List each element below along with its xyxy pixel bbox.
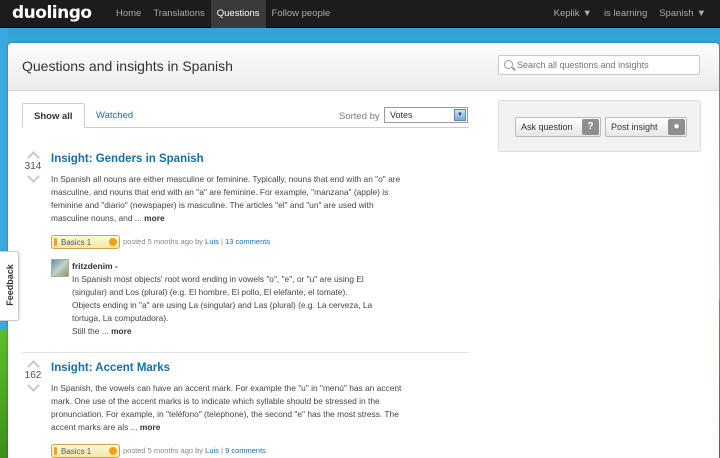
nav-home[interactable]: Home [110,0,147,28]
body-line: mark. One use of the accent marks is to … [51,396,380,406]
upvote-icon[interactable] [26,150,40,160]
answer-line: (singular) and Los (plural) (e.g. El hom… [72,287,348,297]
tab-watched[interactable]: Watched [85,103,144,128]
sort-label: Sorted by [339,111,380,122]
body-line: In Spanish all nouns are either masculin… [51,174,401,184]
sort-value: Votes [390,110,413,120]
skill-name: Basics 1 [61,446,92,456]
search-box[interactable] [498,55,700,75]
skill-icon [109,237,117,246]
downvote-icon[interactable] [26,382,40,392]
post-insight-label: Post insight [611,122,658,132]
skill-badge[interactable]: Basics 1 [51,443,120,458]
body-line: accent marks are als ... [51,422,138,432]
answer-line: Still the ... [72,326,109,336]
nav-translations[interactable]: Translations [147,0,210,28]
more-link[interactable]: more [140,422,160,432]
vote-widget: 162 [22,359,44,392]
upvote-icon[interactable] [26,359,40,369]
answer-line: tortuga, La computadora). [72,313,169,323]
posted-text: posted 5 months ago by [123,237,204,246]
meta-separator: | [221,237,223,246]
language-menu[interactable]: Spanish ▼ [659,0,706,28]
ask-question-button[interactable]: Ask question ? [515,117,601,137]
ask-question-label: Ask question [521,122,573,132]
more-link[interactable]: more [144,213,164,223]
divider [22,352,469,353]
body-line: In Spanish, the vowels can have an accen… [51,383,402,393]
action-box: Ask question ? Post insight ● [498,100,701,152]
avatar[interactable] [51,259,69,277]
answer-username[interactable]: fritzdenim - [72,261,118,271]
question-title[interactable]: Insight: Genders in Spanish [51,153,204,165]
comments-link[interactable]: 9 comments [225,446,266,455]
comments-link[interactable]: 13 comments [225,237,270,246]
chevron-down-icon[interactable]: ▼ [454,109,466,121]
page-title: Questions and insights in Spanish [22,58,233,74]
sort-select[interactable]: Votes ▼ [384,107,468,123]
downvote-icon[interactable] [26,173,40,183]
search-icon [504,60,513,69]
author-link[interactable]: Luis [205,446,219,455]
username: Keplik [553,8,580,19]
vote-widget: 314 [22,150,44,183]
body-line: pronunciation. For example, in "teléfono… [51,409,399,419]
question-meta: Basics 1 posted 5 months ago by Luis | 1… [51,234,270,249]
body-line: feminine and "diario" (newspaper) is mas… [51,200,374,210]
user-nav: Keplik ▼ is learning Spanish ▼ [554,0,706,28]
skill-badge[interactable]: Basics 1 [51,234,120,249]
body-line: masculine nouns, and ... [51,213,142,223]
author-link[interactable]: Luis [205,237,219,246]
nav-questions[interactable]: Questions [210,0,266,28]
skill-stripe [54,237,57,246]
feedback-tab[interactable]: Feedback [0,251,19,321]
answer-line: Objects ending in "a" are using La (sing… [72,300,373,310]
chevron-down-icon: ▼ [582,8,592,19]
duolingo-logo[interactable]: duolingo [12,3,92,23]
question-body: In Spanish, the vowels can have an accen… [51,382,446,434]
nav-follow-people[interactable]: Follow people [266,0,337,28]
learning-label: is learning [603,8,648,19]
question-body: In Spanish all nouns are either masculin… [51,173,446,225]
language-name: Spanish [659,8,694,19]
skill-icon [109,446,117,455]
body-line: masculine, and nouns that end with an "a… [51,187,389,197]
top-navbar: duolingo Home Translations Questions Fol… [0,0,720,28]
answer-line-last: Still the ... more [72,325,467,338]
search-input[interactable] [517,58,695,72]
question-meta: Basics 1 posted 5 months ago by Luis | 9… [51,443,266,458]
question-title[interactable]: Insight: Accent Marks [51,362,170,374]
user-menu[interactable]: Keplik ▼ [554,0,592,28]
feedback-label: Feedback [5,264,15,306]
main-nav: Home Translations Questions Follow peopl… [110,0,336,28]
meta-separator: | [221,446,223,455]
main-panel: Questions and insights in Spanish Show a… [8,43,719,458]
panel-header: Questions and insights in Spanish [8,43,719,91]
tab-show-all[interactable]: Show all [22,103,85,128]
skill-name: Basics 1 [61,237,92,247]
post-insight-button[interactable]: Post insight ● [605,117,687,137]
body-line-last: masculine nouns, and ... more [51,212,446,225]
chevron-down-icon: ▼ [696,8,706,19]
background-hill [0,330,8,458]
posted-text: posted 5 months ago by [123,446,204,455]
body-line-last: accent marks are als ... more [51,421,446,434]
lightbulb-icon: ● [668,119,685,135]
answer-body: In Spanish most objects' root word endin… [72,273,467,338]
question-mark-icon: ? [582,119,599,135]
more-link[interactable]: more [111,326,131,336]
skill-stripe [54,446,57,455]
answer-line: In Spanish most objects' root word endin… [72,274,364,284]
